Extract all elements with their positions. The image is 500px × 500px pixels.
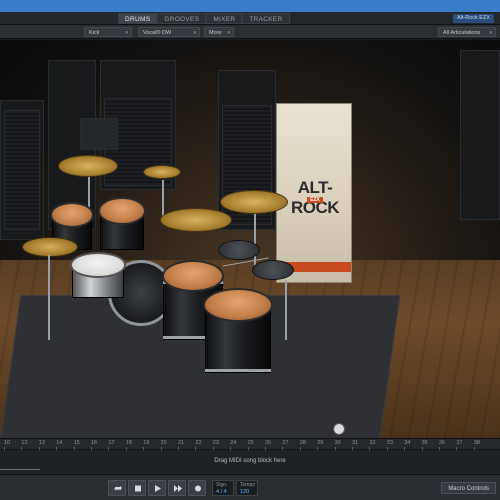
drop-hint: Drag MIDI song block here (214, 458, 286, 464)
stop-icon (135, 485, 141, 492)
floor-tom-1[interactable] (162, 260, 224, 292)
bar-number: 32 (369, 440, 376, 446)
track-line (0, 469, 40, 470)
more-label: More (209, 30, 222, 36)
tab-mixer[interactable]: MIXER (206, 13, 243, 24)
bar-number: 26 (265, 440, 272, 446)
bar-number: 31 (352, 440, 359, 446)
kit-piece-dropdown[interactable]: Kick ▾ (84, 27, 132, 37)
bar-number: 13 (38, 440, 45, 446)
chevron-down-icon: ▾ (227, 30, 230, 36)
drum-preset-dropdown[interactable]: Vocal® DW Collector's ▾ (138, 27, 200, 46)
bar-number: 33 (386, 440, 393, 446)
bar-number: 16 (91, 440, 98, 446)
rack-tom-1[interactable] (50, 202, 94, 228)
tab-tracker[interactable]: TRACKER (242, 13, 290, 24)
more-dropdown[interactable]: More ▾ (204, 27, 234, 37)
small-amp-head (80, 118, 118, 150)
snare-drum[interactable] (70, 252, 126, 278)
percussion-pad[interactable] (252, 260, 294, 280)
bar-ruler[interactable]: 10 12 13 14 15 16 17 18 19 20 21 22 23 24 25 26 27 28 29 30… (0, 438, 500, 450)
tab-grooves[interactable]: GROOVES (157, 13, 207, 24)
bar-number: 20 (160, 440, 167, 446)
preset-bar: Kick ▾ Vocal® DW Collector's ▾ More ▾ Al… (0, 25, 500, 46)
sign-value: 4 / 4 (216, 489, 227, 495)
loop-icon (114, 486, 122, 491)
left-amp-grill (4, 110, 40, 230)
articulations-label: All Articulations (443, 30, 481, 36)
record-button[interactable] (188, 480, 206, 496)
tempo-readout[interactable]: Tempo 120 (236, 480, 258, 496)
bar-number: 35 (421, 440, 428, 446)
rack-stand (285, 280, 287, 340)
bar-number: 23 (212, 440, 219, 446)
bar-number: 18 (125, 440, 132, 446)
bar-number: 38 (473, 440, 480, 446)
articulations-dropdown[interactable]: All Articulations ▾ (438, 27, 496, 37)
bar-number: 22 (195, 440, 202, 446)
chevron-down-icon: ▾ (489, 30, 492, 36)
bar-number: 21 (178, 440, 185, 446)
loop-button[interactable] (108, 480, 126, 496)
play-button[interactable] (148, 480, 166, 496)
transport-bar: Sign. 4 / 4 Tempo 120 Macro Controls (0, 474, 500, 500)
bar-number: 25 (247, 440, 254, 446)
bar-number: 34 (404, 440, 411, 446)
stop-button[interactable] (128, 480, 146, 496)
bar-number: 28 (299, 440, 306, 446)
floor-tom-2[interactable] (203, 288, 273, 322)
tab-drums[interactable]: DRUMS (118, 13, 158, 24)
forward-button[interactable] (168, 480, 186, 496)
main-tab-bar: DRUMS GROOVES MIXER TRACKER Alt-Rock EZX (0, 12, 500, 25)
percussion-pad[interactable] (218, 240, 260, 260)
chevron-down-icon: ▾ (125, 30, 128, 36)
rack-tom-2[interactable] (98, 197, 146, 225)
macro-controls-button[interactable]: Macro Controls (441, 482, 496, 494)
bar-number: 24 (230, 440, 237, 446)
tempo-label: Tempo (240, 482, 256, 488)
drum-kit-stage: ALT-ROCK EZX (0, 40, 500, 438)
tempo-value: 120 (240, 489, 250, 495)
hihat-cymbal[interactable] (22, 237, 78, 257)
bar-number: 14 (56, 440, 63, 446)
ride-cymbal[interactable] (160, 208, 232, 232)
toontrack-logo (333, 423, 345, 435)
bar-number: 30 (334, 440, 341, 446)
kit-piece-label: Kick (89, 30, 100, 36)
bar-number: 37 (456, 440, 463, 446)
play-icon (155, 485, 161, 492)
bar-number: 36 (439, 440, 446, 446)
expansion-badge[interactable]: Alt-Rock EZX (452, 14, 494, 23)
record-icon (195, 485, 201, 492)
splash-cymbal[interactable] (143, 165, 181, 179)
banner-subtitle: EZX (281, 197, 349, 203)
kit-banner: ALT-ROCK EZX (276, 103, 352, 283)
song-track[interactable]: Drag MIDI song block here (0, 450, 500, 474)
far-right-cabinet (460, 50, 500, 220)
bar-number: 10 (4, 440, 11, 446)
bar-number: 29 (317, 440, 324, 446)
tab-group: DRUMS GROOVES MIXER TRACKER (118, 13, 290, 24)
bar-number: 27 (282, 440, 289, 446)
banner-subtitle-text: EZX (307, 197, 323, 203)
time-signature-readout[interactable]: Sign. 4 / 4 (212, 480, 234, 496)
bar-number: 12 (21, 440, 28, 446)
crash-cymbal-left[interactable] (58, 155, 118, 177)
sign-label: Sign. (216, 482, 228, 488)
window-title-bar (0, 0, 500, 12)
crash-cymbal-right[interactable] (220, 190, 288, 214)
bar-number: 15 (73, 440, 80, 446)
bar-number: 19 (143, 440, 150, 446)
bar-number: 17 (108, 440, 115, 446)
chevron-down-icon: ▾ (193, 30, 196, 36)
forward-icon (174, 485, 182, 492)
hihat-rod (48, 255, 50, 325)
